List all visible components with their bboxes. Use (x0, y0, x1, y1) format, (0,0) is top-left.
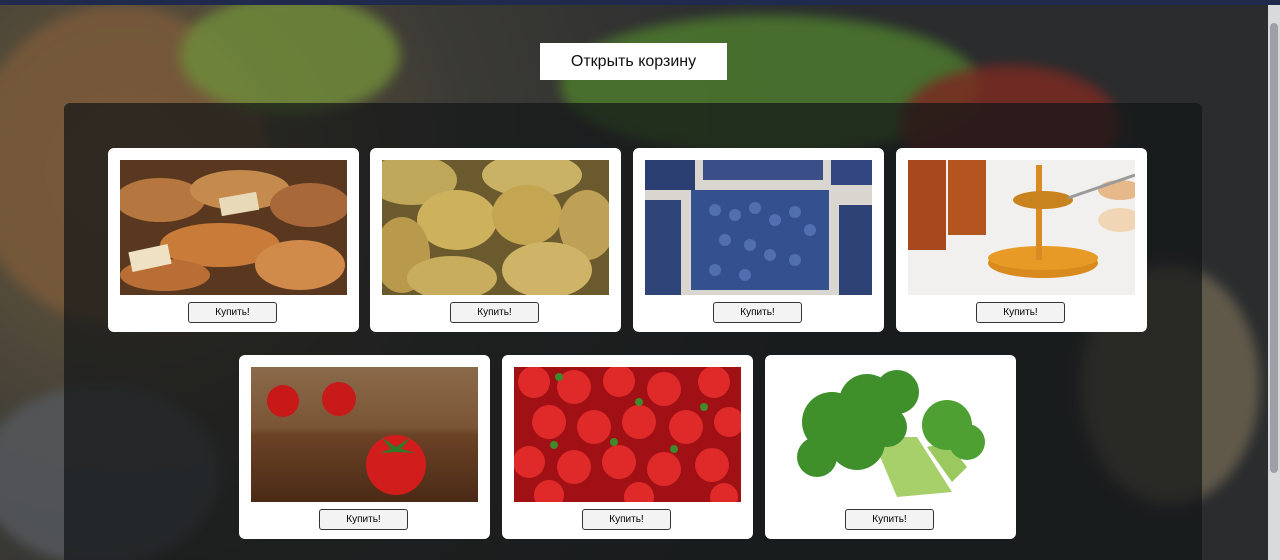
open-cart-button[interactable]: Открыть корзину (540, 43, 727, 80)
product-card: Купить! (239, 355, 490, 539)
buy-button[interactable]: Купить! (582, 509, 671, 530)
buy-button[interactable]: Купить! (188, 302, 277, 323)
honey-image (908, 160, 1135, 295)
potatoes-image (382, 160, 609, 295)
scrollbar[interactable] (1268, 5, 1280, 560)
broccoli-image (777, 367, 1004, 502)
buy-button[interactable]: Купить! (845, 509, 934, 530)
scrollbar-thumb[interactable] (1270, 23, 1278, 473)
buy-button[interactable]: Купить! (976, 302, 1065, 323)
product-card: Купить! (502, 355, 753, 539)
strawberries-image (514, 367, 741, 502)
product-card: Купить! (108, 148, 359, 332)
buy-button[interactable]: Купить! (319, 509, 408, 530)
tomatoes-image (251, 367, 478, 502)
product-card: Купить! (633, 148, 884, 332)
buy-button[interactable]: Купить! (450, 302, 539, 323)
buy-button[interactable]: Купить! (713, 302, 802, 323)
blueberries-image (645, 160, 872, 295)
product-card: Купить! (896, 148, 1147, 332)
product-card: Купить! (370, 148, 621, 332)
product-card: Купить! (765, 355, 1016, 539)
bread-image (120, 160, 347, 295)
